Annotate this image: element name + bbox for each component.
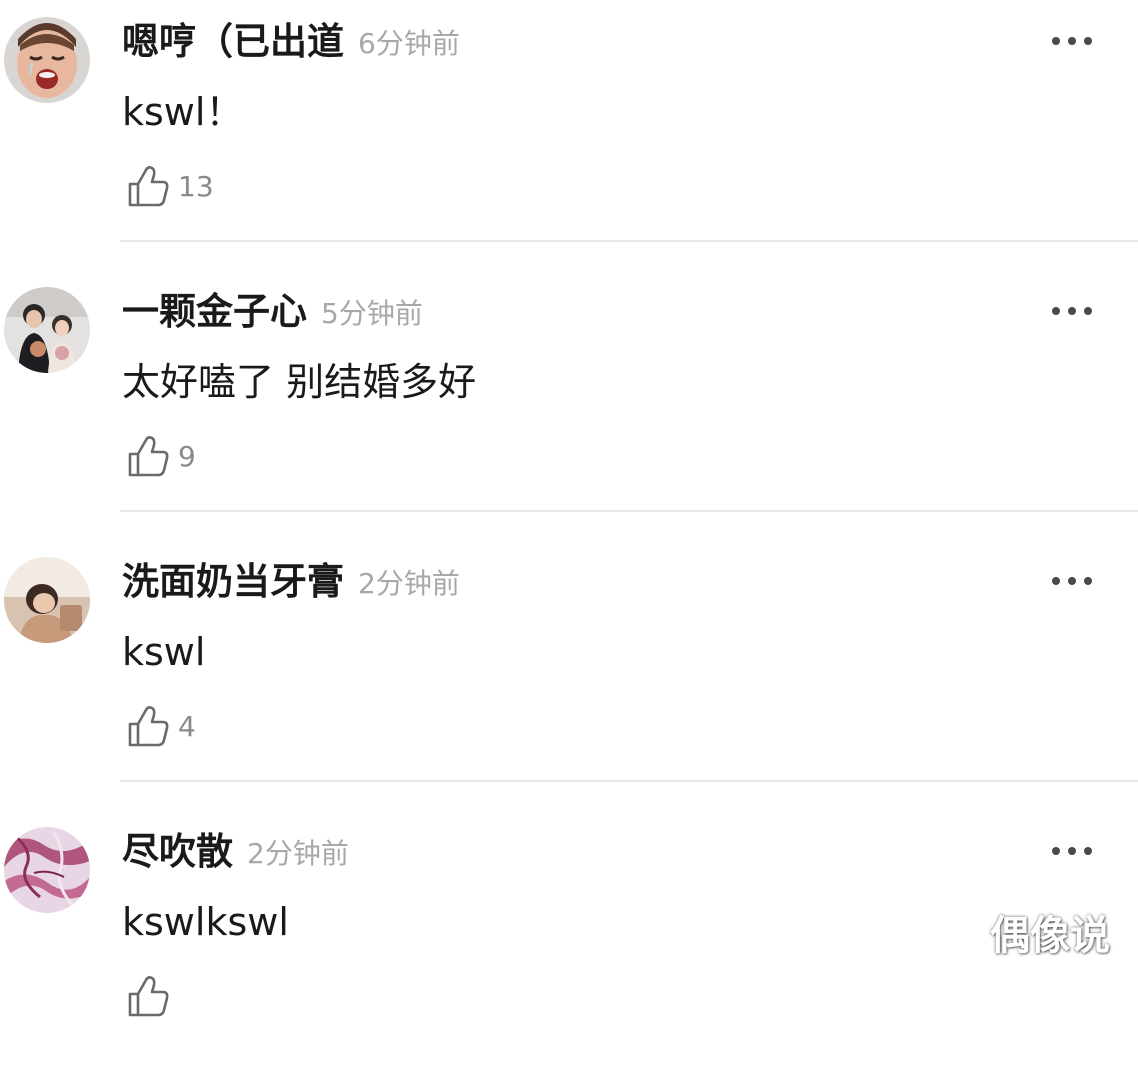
like-button[interactable]: 13 [126, 163, 214, 209]
more-options-icon[interactable] [1048, 34, 1096, 48]
timestamp: 6分钟前 [358, 27, 460, 60]
more-options-icon[interactable] [1048, 304, 1096, 318]
thumbs-up-icon [128, 166, 169, 207]
comment-item: 一颗金子心 5分钟前 太好嗑了 别结婚多好 9 [0, 270, 1138, 540]
couple-photo-avatar-icon [4, 287, 90, 373]
like-count: 4 [178, 709, 196, 743]
divider [120, 240, 1138, 242]
comment-text: kswl [122, 630, 206, 674]
divider [120, 780, 1138, 782]
thumbs-up-icon [128, 436, 169, 477]
like-count: 13 [178, 169, 214, 203]
comment-item: 嗯哼（已出道 6分钟前 kswl！ 13 [0, 0, 1138, 270]
comment-text: 太好嗑了 别结婚多好 [122, 360, 477, 404]
thumbs-up-icon [128, 706, 169, 747]
girl-photo-avatar-icon [4, 557, 90, 643]
comment-text: kswl！ [122, 90, 244, 134]
thumbs-up-icon [128, 976, 169, 1017]
timestamp: 2分钟前 [247, 837, 349, 870]
watermark: 偶像说 [990, 913, 1110, 959]
user-avatar[interactable] [4, 827, 90, 913]
comment-item: 尽吹散 2分钟前 kswlkswl [0, 810, 1138, 1080]
timestamp: 5分钟前 [321, 297, 423, 330]
timestamp: 2分钟前 [358, 567, 460, 600]
user-avatar[interactable] [4, 287, 90, 373]
comment-item: 洗面奶当牙膏 2分钟前 kswl 4 [0, 540, 1138, 810]
username[interactable]: 尽吹散 2分钟前 [122, 826, 349, 880]
crying-child-avatar-icon [4, 17, 90, 103]
pink-marble-avatar-icon [4, 827, 90, 913]
like-button[interactable] [126, 973, 178, 1019]
like-button[interactable]: 4 [126, 703, 196, 749]
username[interactable]: 一颗金子心 5分钟前 [122, 286, 423, 340]
more-options-icon[interactable] [1048, 844, 1096, 858]
username[interactable]: 洗面奶当牙膏 2分钟前 [122, 556, 460, 610]
divider [120, 510, 1138, 512]
like-count: 9 [178, 439, 196, 473]
like-button[interactable]: 9 [126, 433, 196, 479]
user-avatar[interactable] [4, 557, 90, 643]
comment-text: kswlkswl [122, 900, 289, 944]
user-avatar[interactable] [4, 17, 90, 103]
comment-feed: 嗯哼（已出道 6分钟前 kswl！ 13 一颗金子心 5分钟前 太好嗑了 别结婚… [0, 0, 1138, 1017]
username[interactable]: 嗯哼（已出道 6分钟前 [122, 16, 460, 70]
more-options-icon[interactable] [1048, 574, 1096, 588]
